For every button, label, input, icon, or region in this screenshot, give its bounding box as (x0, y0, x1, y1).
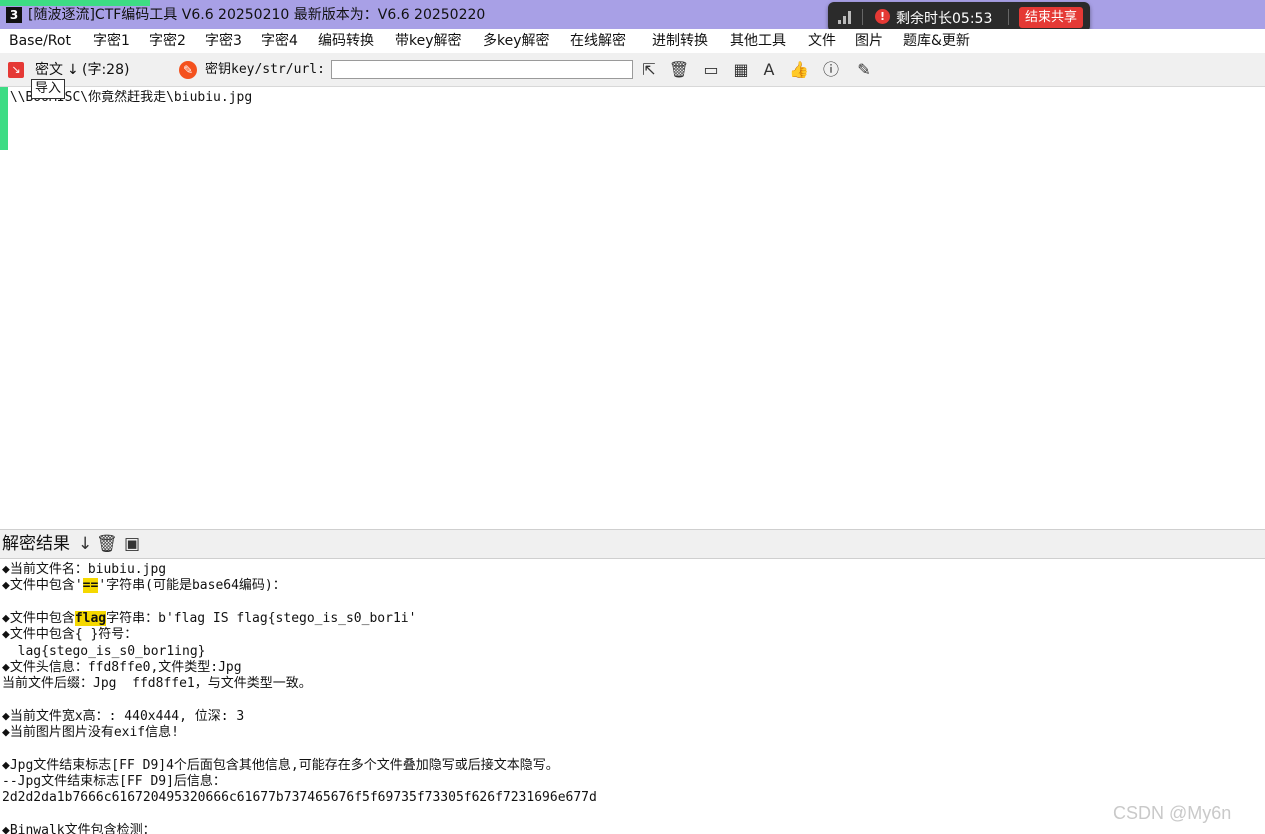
left-accent-bar (0, 87, 8, 150)
result-line-text: 字符串：b'flag IS flag{stego_is_s0_bor1i' (106, 610, 417, 626)
menu-key-decrypt[interactable]: 带key解密 (395, 31, 462, 51)
result-line-text: ◆文件头信息：ffd8ffe0,文件类型:Jpg (2, 659, 242, 675)
result-line-text: 当前文件后缀：Jpg ffd8ffe1，与文件类型一致。 (2, 676, 312, 692)
import-tooltip: 导入 (31, 79, 66, 99)
watermark: CSDN @My6n (1113, 803, 1232, 823)
warning-icon: ! (875, 9, 890, 24)
result-line-text: ◆Jpg文件结束标志[FF D9]4个后面包含其他信息,可能存在多个文件叠加隐写… (2, 757, 559, 773)
result-line-text: ◆当前文件名：biubiu.jpg (2, 562, 167, 577)
menu-file[interactable]: 文件 (808, 31, 836, 51)
menu-base-rot[interactable]: Base/Rot (9, 31, 71, 51)
menu-base-convert[interactable]: 进制转换 (652, 31, 708, 51)
menu-question-bank-update[interactable]: 题库&更新 (903, 31, 970, 51)
menu-image[interactable]: 图片 (855, 31, 883, 51)
cipher-char-count: (字:28) (82, 62, 130, 78)
result-line: ◆文件头信息：ffd8ffe0,文件类型:Jpg (2, 660, 242, 676)
result-line-text: ◆Binwalk文件包含检测： (2, 822, 156, 834)
result-trash-icon[interactable]: 🗑 (96, 534, 118, 554)
key-input[interactable] (331, 60, 633, 79)
window-title: [随波逐流]CTF编码工具 V6.6 20250210 最新版本为：V6.6 2… (28, 7, 486, 23)
result-line-highlight: flag (74, 610, 107, 626)
result-line-text: ◆文件中包含 (2, 610, 75, 626)
edit-icon[interactable]: ✎ (853, 59, 875, 81)
result-line-text: lag{stego_is_s0_bor1ing} (2, 643, 206, 659)
cursor-icon[interactable]: ⇱ (638, 59, 660, 81)
end-share-button[interactable]: 结束共享 (1019, 7, 1083, 28)
menu-bar: Base/Rot 字密1 字密2 字密3 字密4 编码转换 带key解密 多ke… (0, 29, 1265, 53)
help-icon[interactable]: ⓘ (820, 59, 842, 81)
result-label: 解密结果 (2, 534, 70, 554)
result-line-text: ◆文件中包含{ }符号： (2, 627, 138, 643)
thumbs-up-icon[interactable]: 👍 (788, 59, 810, 81)
cipher-sort-icon[interactable]: ↓ (67, 61, 79, 79)
cipher-label: 密文 (35, 62, 63, 78)
result-line-text: ◆当前文件宽x高：: 440x444, 位深: 3 (2, 708, 245, 724)
toolbar: ↘ 密文 ↓ (字:28) ✎ 密钥key/str/url: ⇱ 🗑 ▭ ▦ A… (0, 53, 1265, 87)
result-line: ◆当前图片图片没有exif信息! (2, 725, 179, 741)
cipher-text-area[interactable]: :\\BooMISC\你竟然赶我走\biubiu.jpg (0, 87, 1265, 529)
result-line: ◆Binwalk文件包含检测： (2, 823, 156, 834)
result-line: ◆文件中包含flag字符串：b'flag IS flag{stego_is_s0… (2, 610, 417, 627)
menu-cipher-2[interactable]: 字密2 (149, 31, 186, 51)
app-window: 3 [随波逐流]CTF编码工具 V6.6 20250210 最新版本为：V6.6… (0, 0, 1265, 834)
result-line-text: '字符串(可能是base64编码)： (98, 578, 286, 594)
terminal-icon[interactable]: ▭ (700, 59, 722, 81)
key-icon[interactable]: ✎ (179, 61, 197, 79)
result-line: ◆文件中包含'=='字符串(可能是base64编码)： (2, 578, 286, 594)
menu-cipher-1[interactable]: 字密1 (93, 31, 130, 51)
signal-icon (838, 10, 854, 24)
result-line: 当前文件后缀：Jpg ffd8ffe1，与文件类型一致。 (2, 676, 312, 692)
result-line: ◆Jpg文件结束标志[FF D9]4个后面包含其他信息,可能存在多个文件叠加隐写… (2, 758, 559, 774)
divider (862, 9, 863, 25)
result-line: ◆当前文件宽x高：: 440x444, 位深: 3 (2, 709, 244, 725)
key-label: 密钥key/str/url: (205, 62, 325, 77)
result-line-highlight: == (82, 578, 99, 594)
result-header: 解密结果 ↓ 🗑 ▣ (0, 529, 1265, 559)
result-line: 2d2d2da1b7666c616720495320666c61677b7374… (2, 790, 597, 806)
divider (1008, 9, 1009, 25)
font-icon[interactable]: A (758, 59, 780, 81)
trash-icon[interactable]: 🗑 (668, 59, 690, 81)
app-icon: 3 (6, 7, 22, 23)
menu-cipher-4[interactable]: 字密4 (261, 31, 298, 51)
remaining-time: 剩余时长05:53 (896, 11, 993, 27)
menu-cipher-3[interactable]: 字密3 (205, 31, 242, 51)
result-text-area[interactable]: ◆当前文件名：biubiu.jpg ◆文件中包含'=='字符串(可能是base64… (0, 559, 1265, 834)
result-line: ◆文件中包含{ }符号： (2, 627, 137, 643)
result-copy-icon[interactable]: ▣ (124, 534, 140, 554)
menu-online-decrypt[interactable]: 在线解密 (570, 31, 626, 51)
screen-share-bar: ! 剩余时长05:53 结束共享 (828, 2, 1090, 32)
result-line-text: ◆文件中包含' (2, 578, 83, 594)
calculator-icon[interactable]: ▦ (730, 59, 752, 81)
result-line: lag{stego_is_s0_bor1ing} (2, 644, 206, 660)
menu-other-tools[interactable]: 其他工具 (730, 31, 786, 51)
menu-encoding-convert[interactable]: 编码转换 (318, 31, 374, 51)
result-sort-icon[interactable]: ↓ (78, 534, 92, 554)
result-line-text: --Jpg文件结束标志[FF D9]后信息： (2, 773, 226, 789)
result-line: ◆当前文件名：biubiu.jpg (2, 562, 166, 578)
result-line-text: ◆当前图片图片没有exif信息! (2, 725, 179, 740)
result-line-text: 2d2d2da1b7666c616720495320666c61677b7374… (2, 790, 597, 806)
import-icon[interactable]: ↘ (8, 62, 24, 78)
menu-multi-key-decrypt[interactable]: 多key解密 (483, 31, 550, 51)
result-line: --Jpg文件结束标志[FF D9]后信息： (2, 774, 226, 790)
